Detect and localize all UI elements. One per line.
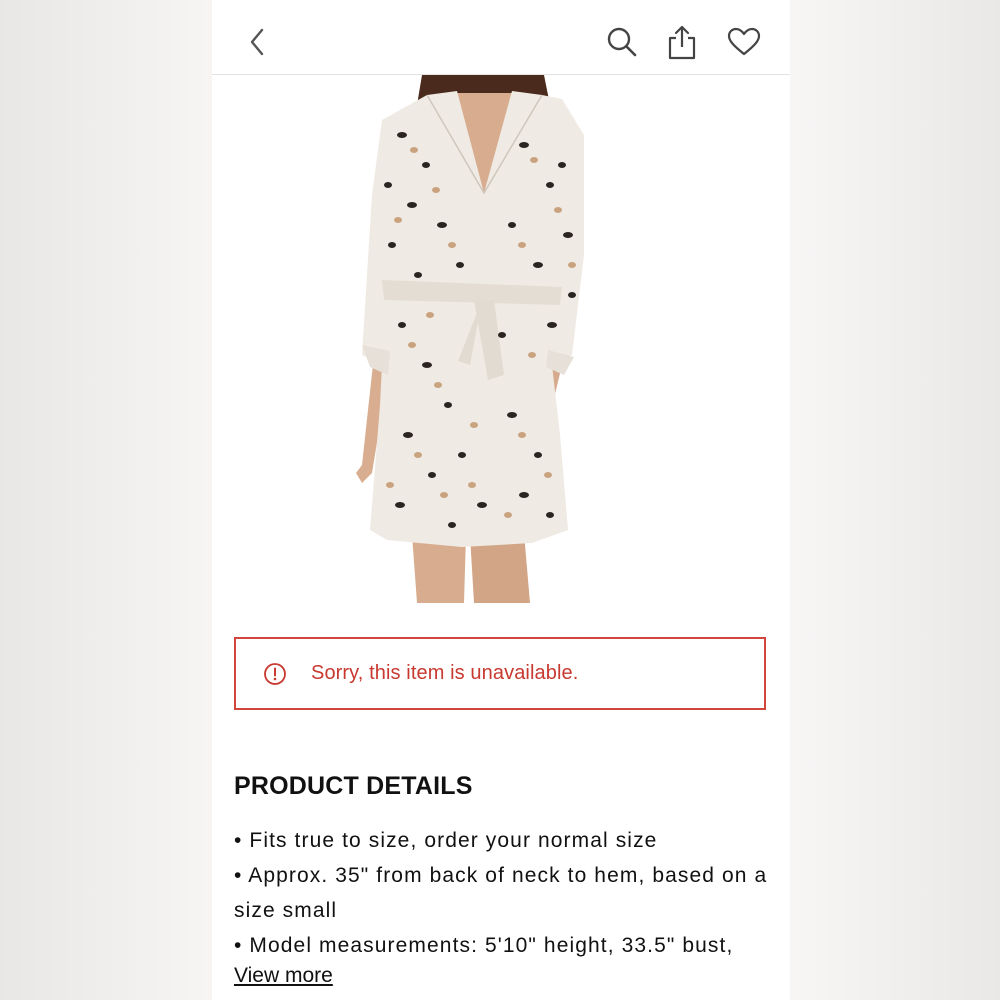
chevron-left-icon[interactable] <box>238 22 278 62</box>
alert-message: Sorry, this item is unavailable. <box>311 662 579 684</box>
top-nav-bar <box>212 0 790 75</box>
unavailable-alert: Sorry, this item is unavailable. <box>234 637 766 710</box>
background-left <box>0 0 212 1000</box>
alert-circle-icon <box>263 662 287 686</box>
share-icon[interactable] <box>662 22 702 62</box>
detail-bullet: • Model measurements: 5'10" height, 33.5… <box>234 934 734 957</box>
product-details-list: • Fits true to size, order your normal s… <box>234 823 774 963</box>
product-image <box>212 75 790 605</box>
view-more-link[interactable]: View more <box>234 964 333 988</box>
detail-bullet: • Fits true to size, order your normal s… <box>234 829 658 852</box>
heart-icon[interactable] <box>724 22 764 62</box>
product-details-heading: PRODUCT DETAILS <box>234 772 473 800</box>
detail-bullet: • Approx. 35" from back of neck to hem, … <box>234 864 768 922</box>
background-right <box>790 0 1000 1000</box>
phone-screen: Sorry, this item is unavailable. PRODUCT… <box>212 0 790 1000</box>
search-icon[interactable] <box>602 22 642 62</box>
